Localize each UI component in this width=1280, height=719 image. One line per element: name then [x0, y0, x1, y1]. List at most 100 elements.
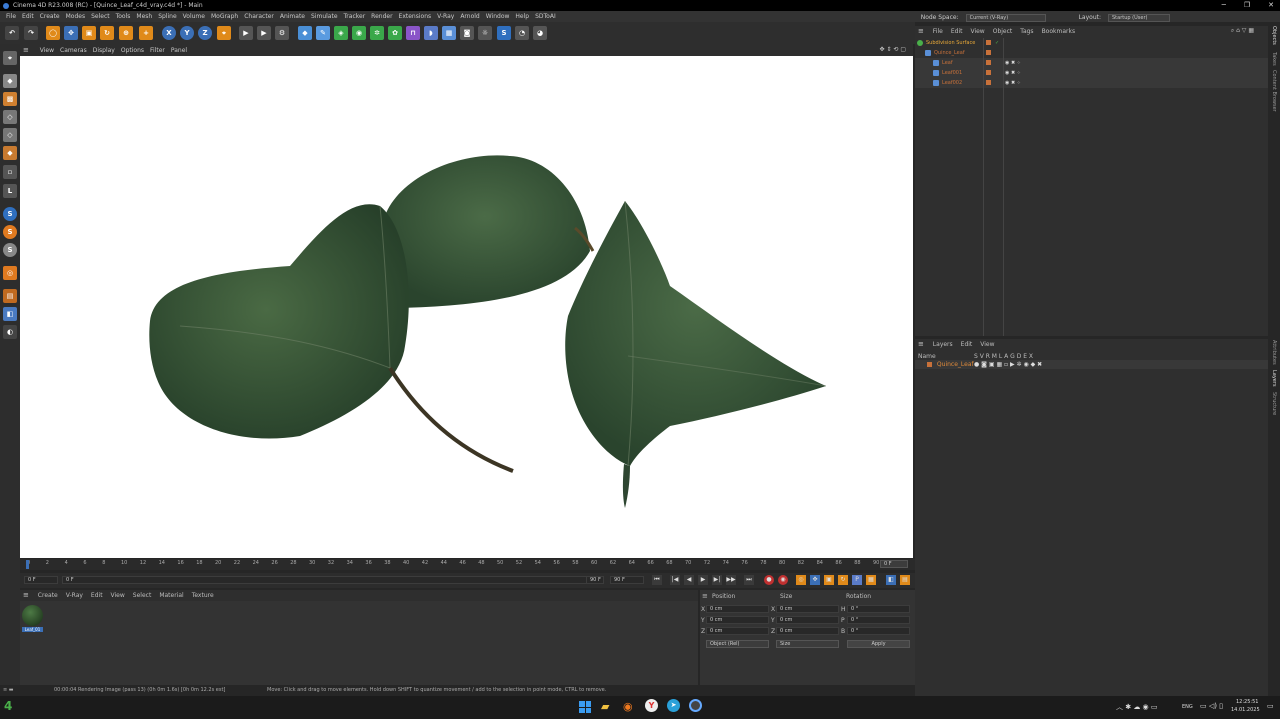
material-menu-v-ray[interactable]: V-Ray — [62, 592, 87, 599]
texture-mode-icon[interactable]: ▩ — [3, 92, 17, 106]
size-x-field[interactable]: 0 cm — [776, 605, 839, 613]
layout-select[interactable]: Startup (User) — [1108, 13, 1170, 22]
material-menu-view[interactable]: View — [107, 592, 129, 599]
object-row[interactable]: Subdivision Surface ✓ — [915, 38, 1268, 48]
pos-y-field[interactable]: 0 cm — [706, 616, 769, 624]
next-frame-button[interactable]: ▶| — [712, 575, 722, 585]
go-to-start-button[interactable]: ⏮ — [652, 575, 662, 585]
menu-tracker[interactable]: Tracker — [341, 11, 369, 22]
menu-edit[interactable]: Edit — [19, 11, 37, 22]
locked-workplane-icon[interactable]: ◎ — [3, 266, 17, 280]
notifications-icon[interactable]: ▭ — [1267, 702, 1274, 710]
material-menu-icon[interactable]: ≡ — [20, 591, 32, 599]
scheme-button[interactable]: ▤ — [900, 575, 910, 585]
array-generator-button[interactable]: ◉ — [352, 26, 366, 40]
object-tag-icons[interactable]: ◉ ✖ ⁘ — [1005, 78, 1021, 88]
key-move-button[interactable]: ✥ — [810, 575, 820, 585]
close-button[interactable]: ✕ — [1268, 0, 1274, 11]
material-menu-create[interactable]: Create — [34, 592, 62, 599]
clock-time[interactable]: 12:25:51 — [1236, 699, 1258, 705]
snap-icon[interactable]: S — [3, 207, 17, 221]
enabled-check-icon[interactable]: ✓ — [995, 38, 999, 48]
sculpt-icon[interactable]: ▤ — [3, 289, 17, 303]
y-axis-lock-button[interactable]: Y — [180, 26, 194, 40]
pen-spline-button[interactable]: ✎ — [316, 26, 330, 40]
scale-tool-button[interactable]: ▣ — [82, 26, 96, 40]
end-frame-field[interactable]: 90 F — [610, 576, 644, 584]
recent-tools-button[interactable]: ⊕ — [119, 26, 133, 40]
cinema4d-taskbar-icon[interactable] — [689, 699, 702, 712]
browser-icon[interactable]: ◉ — [623, 700, 633, 713]
snap-settings-icon[interactable]: S — [3, 225, 17, 239]
script-button[interactable]: ◕ — [533, 26, 547, 40]
material-menu-texture[interactable]: Texture — [188, 592, 218, 599]
object-menu-icon[interactable]: ≡ — [915, 27, 927, 35]
menu-mesh[interactable]: Mesh — [133, 11, 155, 22]
object-menu-tags[interactable]: Tags — [1016, 28, 1037, 35]
material-swatch[interactable]: Leaf_01 — [22, 605, 43, 633]
coord-menu-icon[interactable]: ≡ — [702, 592, 708, 600]
autokey-button[interactable]: ◉ — [778, 575, 788, 585]
rot-h-field[interactable]: 0 ° — [847, 605, 910, 613]
size-y-field[interactable]: 0 cm — [776, 616, 839, 624]
object-menu-object[interactable]: Object — [989, 28, 1017, 35]
tab-structure[interactable]: Structure — [1271, 392, 1277, 415]
menu-volume[interactable]: Volume — [180, 11, 208, 22]
minimize-button[interactable]: ─ — [1222, 0, 1226, 11]
rot-p-field[interactable]: 0 ° — [847, 616, 910, 624]
current-frame-field[interactable]: 0 F — [880, 560, 908, 568]
prev-key-button[interactable]: |◀ — [670, 575, 680, 585]
key-scale-button[interactable]: ▣ — [824, 575, 834, 585]
viewport-options-icon[interactable]: ≡ — [20, 44, 32, 56]
timeline-window-button[interactable]: ◧ — [886, 575, 896, 585]
coordinate-system-button[interactable]: ⌖ — [217, 26, 231, 40]
menu-render[interactable]: Render — [368, 11, 395, 22]
layers-menu-edit[interactable]: Edit — [957, 341, 977, 348]
pos-x-field[interactable]: 0 cm — [706, 605, 769, 613]
workplane-icon[interactable]: S — [3, 243, 17, 257]
material-menu-material[interactable]: Material — [155, 592, 187, 599]
light-button[interactable]: ☼ — [478, 26, 492, 40]
menu-window[interactable]: Window — [483, 11, 513, 22]
menu-file[interactable]: File — [3, 11, 19, 22]
uv-mode-icon[interactable]: ▫ — [3, 165, 17, 179]
bend-deformer-button[interactable]: ⊓ — [406, 26, 420, 40]
start-frame-field[interactable]: 0 F — [24, 576, 58, 584]
clock-date[interactable]: 14.01.2025 — [1231, 707, 1260, 713]
add-tool-button[interactable]: + — [139, 26, 153, 40]
render-settings-button[interactable]: ⚙ — [275, 26, 289, 40]
cloner-button[interactable]: ✲ — [370, 26, 384, 40]
layer-toggle-icons[interactable]: ● ◙ ▣ ▦ ▫ ▶ ✲ ◉ ◆ ✖ — [974, 360, 1042, 369]
x-axis-lock-button[interactable]: X — [162, 26, 176, 40]
points-mode-icon[interactable]: ◇ — [3, 110, 17, 124]
menu-tools[interactable]: Tools — [113, 11, 134, 22]
material-menu-select[interactable]: Select — [129, 592, 156, 599]
size-mode-select[interactable]: Size — [776, 640, 839, 648]
layer-menu-icon[interactable]: ≡ — [915, 340, 927, 348]
python-button[interactable]: ◔ — [515, 26, 529, 40]
preview-end-field[interactable]: 90 F — [586, 576, 604, 584]
record-button[interactable]: ● — [764, 575, 774, 585]
go-to-end-button[interactable]: ⏭ — [744, 575, 754, 585]
windows-start-icon[interactable] — [579, 701, 591, 713]
select-tool-button[interactable]: ◯ — [46, 26, 60, 40]
menu-select[interactable]: Select — [88, 11, 113, 22]
layers-menu-layers[interactable]: Layers — [929, 341, 957, 348]
prev-frame-button[interactable]: ◀ — [684, 575, 694, 585]
paint-icon[interactable]: ◧ — [3, 307, 17, 321]
object-row[interactable]: Leaf001 ◉ ✖ ⁘ — [915, 68, 1268, 78]
render-to-picture-viewer-button[interactable]: ▶ — [257, 26, 271, 40]
menu-create[interactable]: Create — [37, 11, 63, 22]
render-view-button[interactable]: ▶ — [239, 26, 253, 40]
menu-animate[interactable]: Animate — [277, 11, 308, 22]
camera-button[interactable]: ◙ — [460, 26, 474, 40]
language-indicator[interactable]: ENG — [1182, 704, 1193, 710]
menu-extensions[interactable]: Extensions — [396, 11, 435, 22]
menu-sdtoai[interactable]: SDToAI — [532, 11, 559, 22]
floor-button[interactable]: ▦ — [442, 26, 456, 40]
preview-range-slider[interactable]: 0 F — [62, 576, 604, 584]
maximize-button[interactable]: ❐ — [1244, 0, 1250, 11]
viewport-canvas[interactable] — [20, 56, 913, 558]
coord-mode-select[interactable]: Object (Rel) — [706, 640, 769, 648]
layer-row[interactable]: Quince_Leaf ● ◙ ▣ ▦ ▫ ▶ ✲ ◉ ◆ ✖ — [915, 360, 1268, 369]
